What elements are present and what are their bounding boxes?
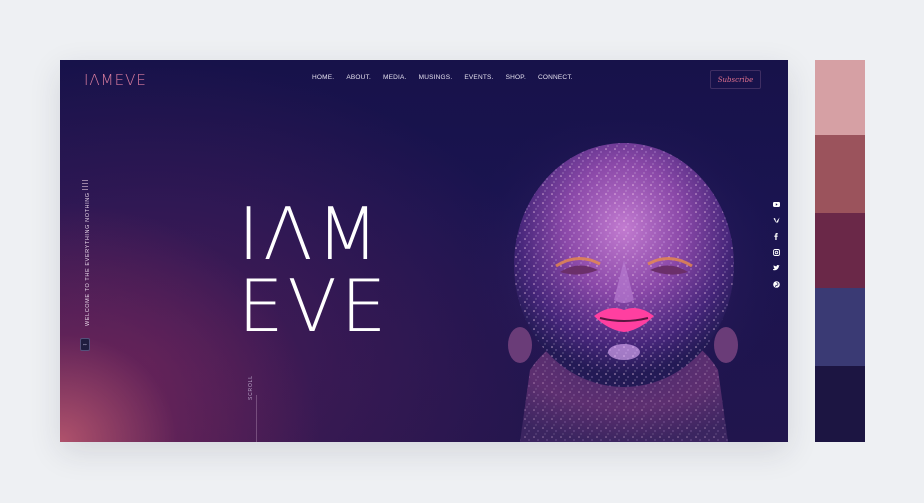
facebook-icon[interactable]	[770, 232, 782, 240]
palette-swatch-2	[815, 135, 865, 213]
hero-portrait-image	[460, 120, 788, 442]
nav-connect[interactable]: CONNECT.	[538, 74, 573, 81]
palette-swatch-5	[815, 366, 865, 442]
side-toggle-button[interactable]: ⇔	[80, 338, 90, 351]
hero-headline-line-2: EVE	[238, 264, 391, 348]
side-decoration-dots	[82, 180, 88, 190]
youtube-icon[interactable]	[770, 200, 782, 208]
color-palette	[815, 60, 865, 442]
side-tagline: WELCOME TO THE EVERYTHING NOTHING	[85, 192, 91, 326]
subscribe-button[interactable]: Subscribe	[710, 70, 761, 89]
hero-headline: IΛM EVE	[238, 198, 438, 342]
palette-swatch-3	[815, 213, 865, 288]
nav-events[interactable]: EVENTS.	[464, 74, 493, 81]
nav-musings[interactable]: MUSINGS.	[419, 74, 453, 81]
twitter-icon[interactable]	[770, 264, 782, 272]
site-logo[interactable]: IΛMEVE	[84, 71, 147, 89]
website-preview: IΛMEVE HOME. ABOUT. MEDIA. MUSINGS. EVEN…	[60, 60, 788, 442]
vimeo-icon[interactable]	[770, 216, 782, 224]
palette-swatch-4	[815, 288, 865, 366]
palette-swatch-1	[815, 60, 865, 135]
social-links	[770, 200, 782, 288]
hero-headline-line-1: IΛM	[238, 192, 383, 276]
main-navigation: HOME. ABOUT. MEDIA. MUSINGS. EVENTS. SHO…	[312, 74, 573, 81]
nav-shop[interactable]: SHOP.	[506, 74, 526, 81]
nav-media[interactable]: MEDIA.	[383, 74, 407, 81]
nav-home[interactable]: HOME.	[312, 74, 334, 81]
nav-about[interactable]: ABOUT.	[346, 74, 371, 81]
pinterest-icon[interactable]	[770, 280, 782, 288]
instagram-icon[interactable]	[770, 248, 782, 256]
arrows-icon: ⇔	[82, 341, 88, 348]
scroll-indicator[interactable]: SCROLL	[248, 375, 254, 400]
scroll-line	[256, 395, 257, 442]
